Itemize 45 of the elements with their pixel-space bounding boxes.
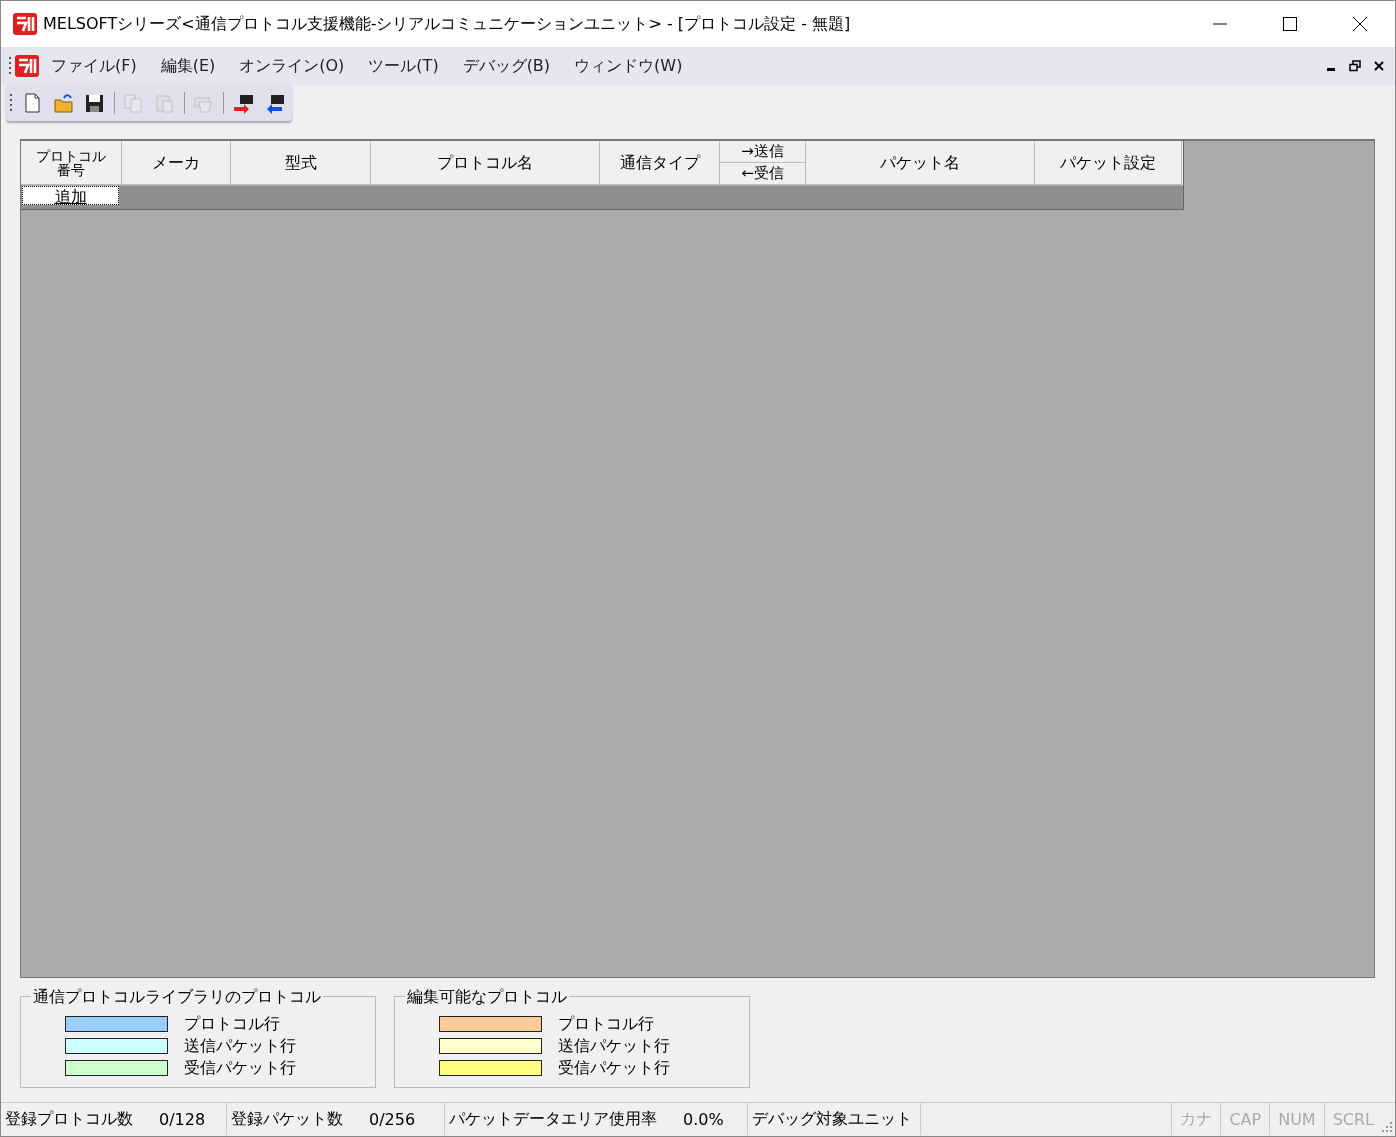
legend-label: 受信パケット行 [558,1057,670,1079]
column-header[interactable]: ←受信 [720,163,806,185]
legend-label: 送信パケット行 [184,1035,296,1057]
legend-label: プロトコル行 [184,1013,280,1035]
window-title: MELSOFTシリーズ<通信プロトコル支援機能-シリアルコミュニケーションユニット> - [プロトコル設定 - 無題] [43,13,852,35]
status-value: 0/128 [159,1109,206,1129]
legend-title: 編集可能なプロトコル [405,987,569,1008]
column-header[interactable]: 通信タイプ [600,141,720,185]
status-indicator: NUM [1269,1103,1324,1135]
column-header[interactable]: プロトコル名 [371,141,600,185]
column-header[interactable]: プロトコル番号 [21,141,122,185]
column-header[interactable]: 型式 [231,141,371,185]
status-label: デバッグ対象ユニット [752,1108,912,1130]
column-header[interactable]: パケット名 [806,141,1035,185]
menu-item[interactable]: 編集(E) [148,55,228,77]
status-indicator: CAP [1220,1103,1270,1135]
app-logo-icon [15,55,39,77]
status-indicator: SCRL [1323,1103,1382,1135]
menu-item[interactable]: デバッグ(B) [450,55,563,77]
legend-label: プロトコル行 [558,1013,654,1035]
close-icon[interactable] [1373,60,1385,72]
menu-item[interactable]: ウィンドウ(W) [562,55,695,77]
status-indicator: カナ [1171,1103,1221,1135]
column-header[interactable]: メーカ [122,141,231,185]
arrow-device-icon[interactable] [232,92,254,114]
status-label: 登録パケット数 [231,1108,343,1130]
add-button[interactable]: 追加 [22,186,119,205]
resize-grip-icon[interactable] [1382,1122,1392,1132]
column-header[interactable]: パケット設定 [1035,141,1182,185]
legend-label: 受信パケット行 [184,1057,296,1079]
menu-item[interactable]: オンライン(O) [227,55,357,77]
app-logo-icon [13,13,37,35]
menu-item[interactable]: ツール(T) [356,55,451,77]
grip-icon [10,93,13,113]
column-header[interactable]: →送信 [720,141,806,163]
status-label: 登録プロトコル数 [5,1108,133,1130]
legend-title: 通信プロトコルライブラリのプロトコル [31,987,323,1008]
legend-label: 送信パケット行 [558,1035,670,1057]
status-label: パケットデータエリア使用率 [449,1108,657,1130]
status-value: 0.0% [683,1109,724,1129]
status-value: 0/256 [369,1109,416,1129]
folder-icon[interactable] [53,92,75,114]
menu-item[interactable]: ファイル(F) [39,55,149,77]
restore-icon[interactable] [1349,60,1361,72]
grip-icon [9,56,12,76]
